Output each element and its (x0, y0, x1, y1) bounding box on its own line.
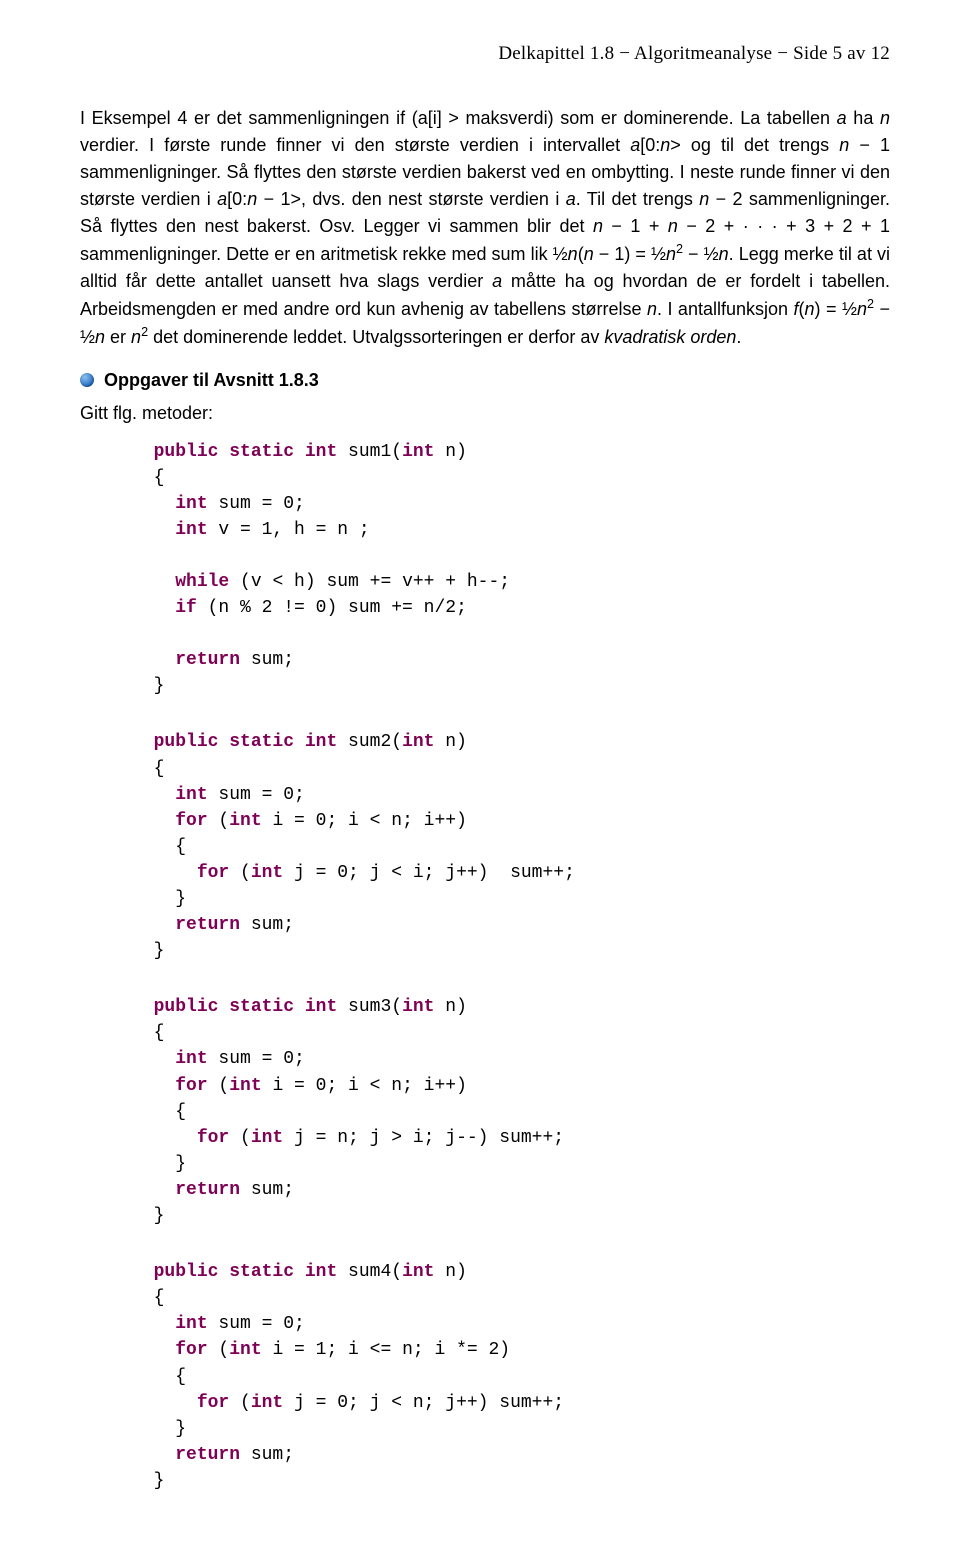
code-block-sum3: public static int sum3(int n) { int sum … (132, 994, 890, 1229)
section-row: Oppgaver til Avsnitt 1.8.3 (80, 367, 890, 394)
code-block-sum4: public static int sum4(int n) { int sum … (132, 1259, 890, 1494)
section-title: Oppgaver til Avsnitt 1.8.3 (104, 367, 319, 394)
code-block-sum2: public static int sum2(int n) { int sum … (132, 729, 890, 964)
page-header: Delkapittel 1.8 − Algoritmeanalyse − Sid… (80, 40, 890, 69)
code-block-sum1: public static int sum1(int n) { int sum … (132, 439, 890, 700)
bullet-icon (80, 373, 94, 387)
code-container: public static int sum1(int n) { int sum … (80, 439, 890, 1494)
sub-note: Gitt flg. metoder: (80, 400, 890, 427)
body-paragraph: I Eksempel 4 er det sammenligningen if (… (80, 105, 890, 351)
